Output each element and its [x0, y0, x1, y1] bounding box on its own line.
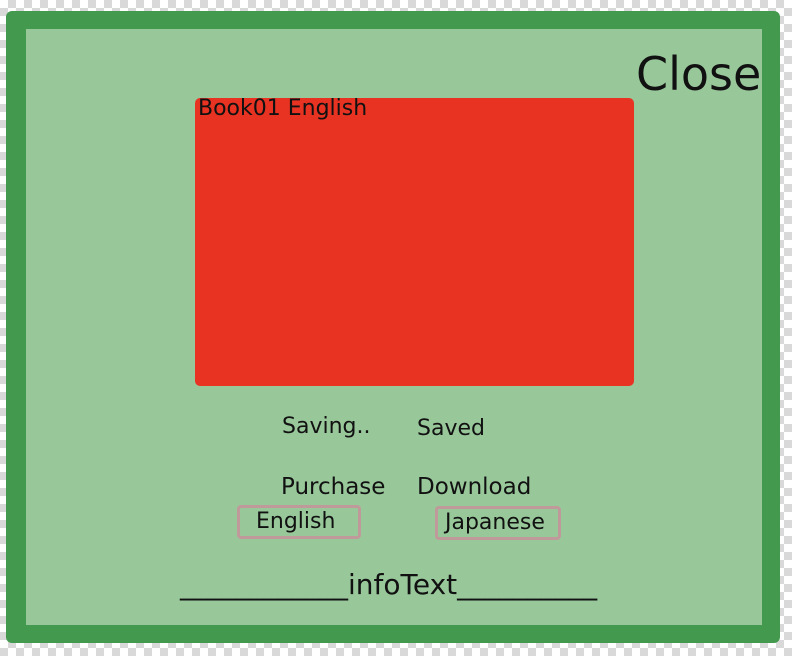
book-preview-image [195, 98, 634, 386]
info-text: ____________infoText__________ [180, 568, 598, 601]
saved-status: Saved [417, 416, 485, 441]
close-button[interactable]: Close [636, 46, 761, 102]
purchase-button[interactable]: Purchase [281, 473, 385, 501]
japanese-button[interactable]: Japanese [435, 506, 561, 540]
download-button[interactable]: Download [417, 473, 531, 501]
book-title: Book01 English [198, 96, 368, 121]
saving-status: Saving.. [282, 414, 371, 439]
english-button[interactable]: English [237, 505, 361, 539]
